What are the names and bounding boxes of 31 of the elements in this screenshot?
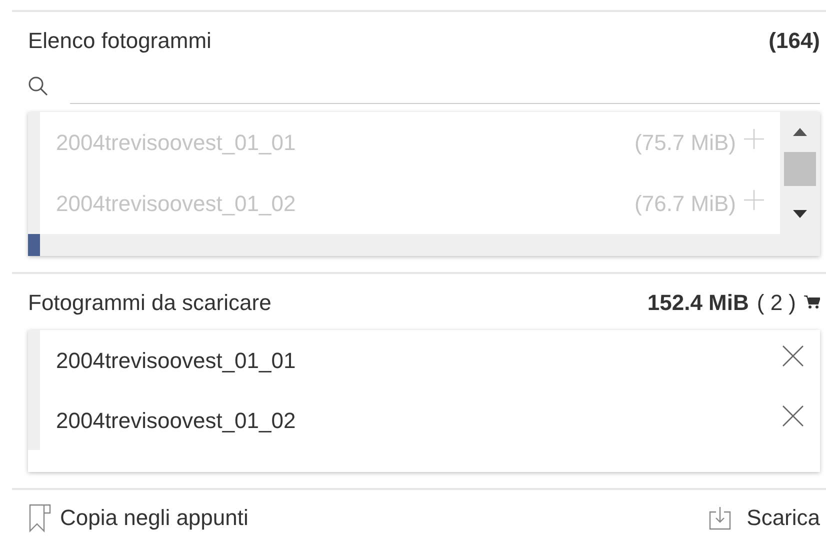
remove-icon[interactable] — [782, 345, 804, 367]
scroll-thumb[interactable] — [784, 152, 816, 186]
frame-count: (164) — [768, 26, 820, 55]
cart-icon — [804, 295, 820, 309]
download-button[interactable]: Scarica — [708, 501, 820, 534]
row-strip — [28, 173, 40, 234]
copy-button[interactable]: Copia negli appunti — [28, 501, 248, 534]
item-name: 2004trevisoovest_01_01 — [56, 346, 297, 374]
panel-title: Elenco fotogrammi — [28, 26, 212, 55]
scroll-down-icon[interactable] — [793, 210, 807, 218]
row-strip — [28, 330, 40, 390]
item-name: 2004trevisoovest_01_02 — [56, 406, 297, 434]
item-count: ( 2 ) — [756, 288, 796, 316]
add-icon[interactable] — [744, 190, 764, 210]
search-icon — [28, 76, 48, 96]
download-icon — [708, 506, 731, 530]
selection-marker — [28, 234, 40, 256]
scroll-up-icon[interactable] — [793, 128, 807, 136]
frame-name: 2004trevisoovest_01_02 — [56, 190, 297, 218]
bookmark-icon — [28, 502, 52, 532]
frame-row[interactable] — [28, 234, 780, 256]
total-size: 152.4 MiB — [647, 288, 749, 316]
frame-size: (76.7 MiB) — [634, 190, 736, 218]
add-icon[interactable] — [744, 128, 764, 148]
frame-name: 2004trevisoovest_01_01 — [56, 129, 297, 157]
panel-title: Fotogrammi da scaricare — [28, 288, 272, 317]
scrollbar[interactable] — [780, 112, 820, 256]
frame-size: (75.7 MiB) — [634, 129, 736, 157]
row-strip — [28, 390, 40, 450]
remove-icon[interactable] — [782, 405, 804, 427]
row-strip — [28, 112, 40, 173]
